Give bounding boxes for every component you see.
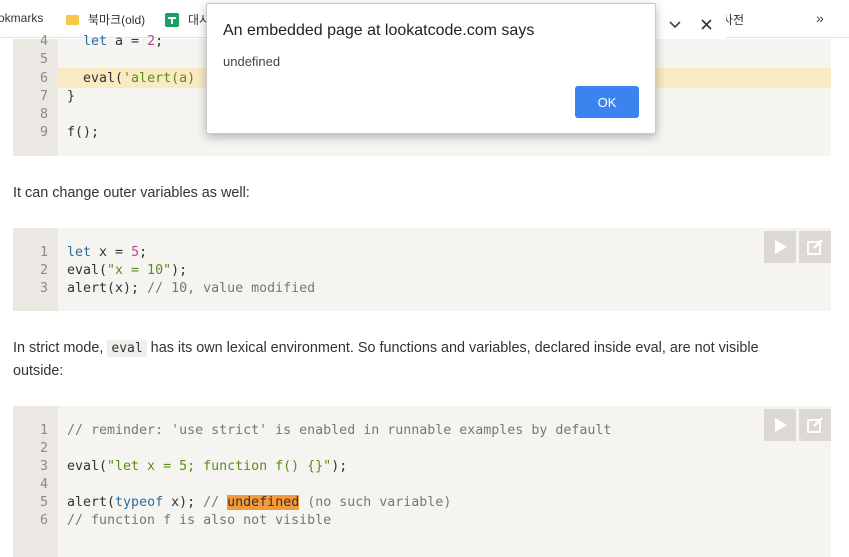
edit-icon xyxy=(807,239,823,255)
tab-controls xyxy=(654,0,726,40)
play-icon xyxy=(775,240,787,254)
edit-button[interactable] xyxy=(799,409,831,441)
bookmark-item[interactable]: okmarks xyxy=(0,11,43,25)
dialog-title: An embedded page at lookatcode.com says xyxy=(223,22,535,39)
edit-icon xyxy=(807,417,823,433)
code-block-2: 1 let x = 5; 2 eval("x = 10"); 3 alert(x); … xyxy=(13,228,831,311)
code-toolbar xyxy=(764,409,831,441)
paragraph: It can change outer variables as well: xyxy=(13,185,250,201)
run-button[interactable] xyxy=(764,409,796,441)
folder-icon xyxy=(66,14,79,25)
paragraph: In strict mode, eval has its own lexical… xyxy=(13,340,759,379)
search-highlight: undefined xyxy=(227,495,300,510)
sheets-icon xyxy=(165,12,179,27)
dialog-message: undefined xyxy=(223,54,281,69)
ok-button[interactable]: OK xyxy=(575,86,639,118)
run-button[interactable] xyxy=(764,231,796,263)
edit-button[interactable] xyxy=(799,231,831,263)
play-icon xyxy=(775,418,787,432)
code-toolbar xyxy=(764,231,831,263)
code-block-3: 1// reminder: 'use strict' is enabled in… xyxy=(13,406,831,557)
bookmark-folder[interactable]: 북마크(old) xyxy=(66,11,145,28)
bookmarks-overflow-chevron[interactable]: » xyxy=(816,10,824,26)
inline-code: eval xyxy=(107,340,147,357)
bookmark-item[interactable]: 대시 xyxy=(165,11,210,28)
chevron-down-icon[interactable] xyxy=(654,0,726,40)
alert-dialog: An embedded page at lookatcode.com says … xyxy=(206,3,656,134)
